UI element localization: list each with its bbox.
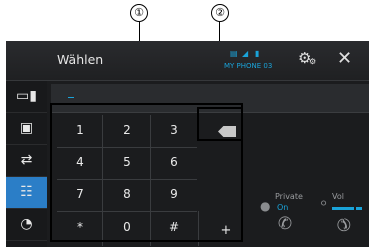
rail-item-contacts[interactable]: ▣ <box>6 113 47 145</box>
private-label: Private <box>275 192 303 201</box>
phone-call-icon: ✆ <box>277 214 293 234</box>
backspace-highlight-box <box>197 107 243 141</box>
device-name: MY PHONE 03 <box>224 62 273 70</box>
title-bar: Wählen ▤ ◢ ▮ MY PHONE 03 ⚙ ⚙ ✕ <box>6 41 369 81</box>
contacts-icon: ▣ <box>19 120 34 136</box>
callout-1: ① <box>130 4 148 22</box>
signal-icon: ◢ <box>242 49 249 58</box>
volume-label: Vol <box>332 192 344 201</box>
settings-small-gear-icon: ⚙ <box>309 57 317 66</box>
keypad-icon: ☷ <box>20 184 33 200</box>
callout-2: ② <box>211 4 229 22</box>
end-call-button[interactable]: ✆ <box>316 208 369 240</box>
close-icon[interactable]: ✕ <box>337 48 352 69</box>
battery-icon: ▮ <box>255 49 260 58</box>
page-title: Wählen <box>57 52 104 67</box>
left-rail: ▭▮ ▣ ⇄ ☷ ◔ <box>6 81 47 247</box>
rail-item-phonebook[interactable]: ▭▮ <box>6 81 47 113</box>
call-history-icon: ⇄ <box>20 152 33 168</box>
text-cursor <box>68 97 74 98</box>
rail-item-keypad[interactable]: ☷ <box>6 177 47 209</box>
phone-status-icon: ▤ <box>230 49 238 58</box>
voice-dial-icon: ◔ <box>20 216 33 232</box>
rail-item-call-history[interactable]: ⇄ <box>6 145 47 177</box>
call-button[interactable]: ✆ <box>258 208 312 240</box>
phonebook-icon: ▭▮ <box>16 88 37 104</box>
status-area: ▤ ◢ ▮ MY PHONE 03 <box>224 49 294 73</box>
rail-item-voice-dial[interactable]: ◔ <box>6 209 47 241</box>
